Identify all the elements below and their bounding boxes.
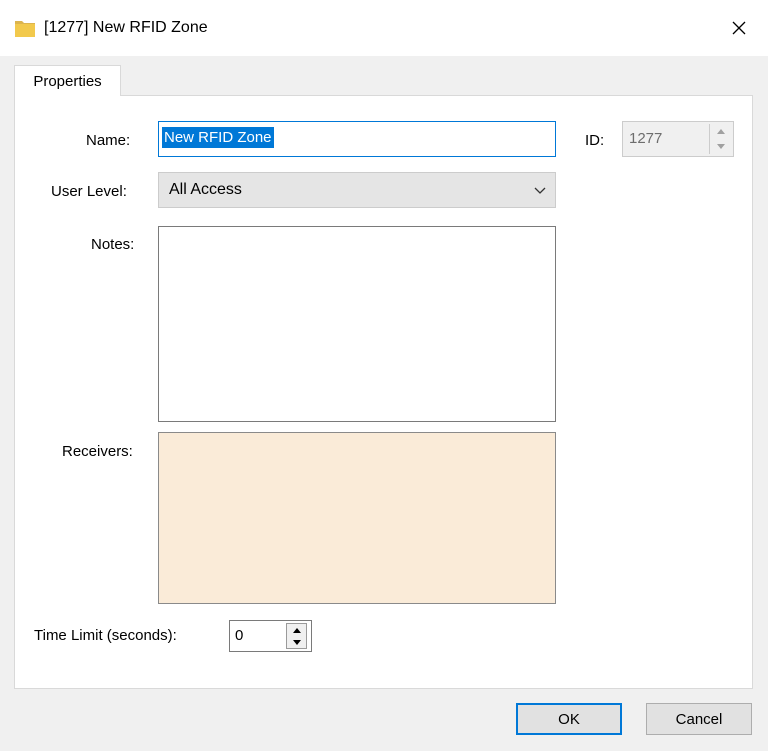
name-input-value: New RFID Zone bbox=[162, 127, 274, 148]
close-button[interactable] bbox=[722, 12, 756, 44]
chevron-down-icon bbox=[534, 187, 546, 194]
id-stepper[interactable]: 1277 bbox=[622, 121, 734, 157]
user-level-label: User Level: bbox=[51, 183, 127, 200]
id-spin-buttons bbox=[709, 124, 731, 154]
user-level-value: All Access bbox=[169, 181, 242, 198]
folder-icon bbox=[14, 18, 36, 38]
receivers-label: Receivers: bbox=[62, 443, 133, 460]
notes-label: Notes: bbox=[91, 236, 135, 253]
time-spin-up[interactable] bbox=[287, 624, 306, 636]
notes-textarea[interactable] bbox=[158, 226, 556, 422]
time-spin-buttons bbox=[286, 623, 307, 649]
user-level-select[interactable]: All Access bbox=[158, 172, 556, 208]
time-spin-down[interactable] bbox=[287, 636, 306, 648]
time-limit-stepper[interactable]: 0 bbox=[229, 620, 312, 652]
caret-down-icon bbox=[292, 639, 301, 645]
window-title: [1277] New RFID Zone bbox=[44, 19, 208, 36]
id-label: ID: bbox=[585, 132, 605, 149]
id-spin-up[interactable] bbox=[710, 124, 731, 139]
time-limit-value: 0 bbox=[235, 627, 244, 644]
id-value: 1277 bbox=[629, 130, 663, 147]
id-spin-down[interactable] bbox=[710, 139, 731, 154]
tab-properties[interactable]: Properties bbox=[14, 65, 121, 96]
caret-up-icon bbox=[716, 129, 725, 134]
caret-up-icon bbox=[292, 627, 301, 633]
cancel-button[interactable]: Cancel bbox=[646, 703, 752, 735]
close-icon bbox=[732, 21, 746, 35]
receivers-list[interactable] bbox=[158, 432, 556, 604]
name-label: Name: bbox=[86, 132, 131, 149]
name-input[interactable]: New RFID Zone bbox=[158, 121, 556, 157]
time-limit-label: Time Limit (seconds): bbox=[34, 627, 177, 644]
ok-button[interactable]: OK bbox=[516, 703, 622, 735]
caret-down-icon bbox=[716, 144, 725, 149]
